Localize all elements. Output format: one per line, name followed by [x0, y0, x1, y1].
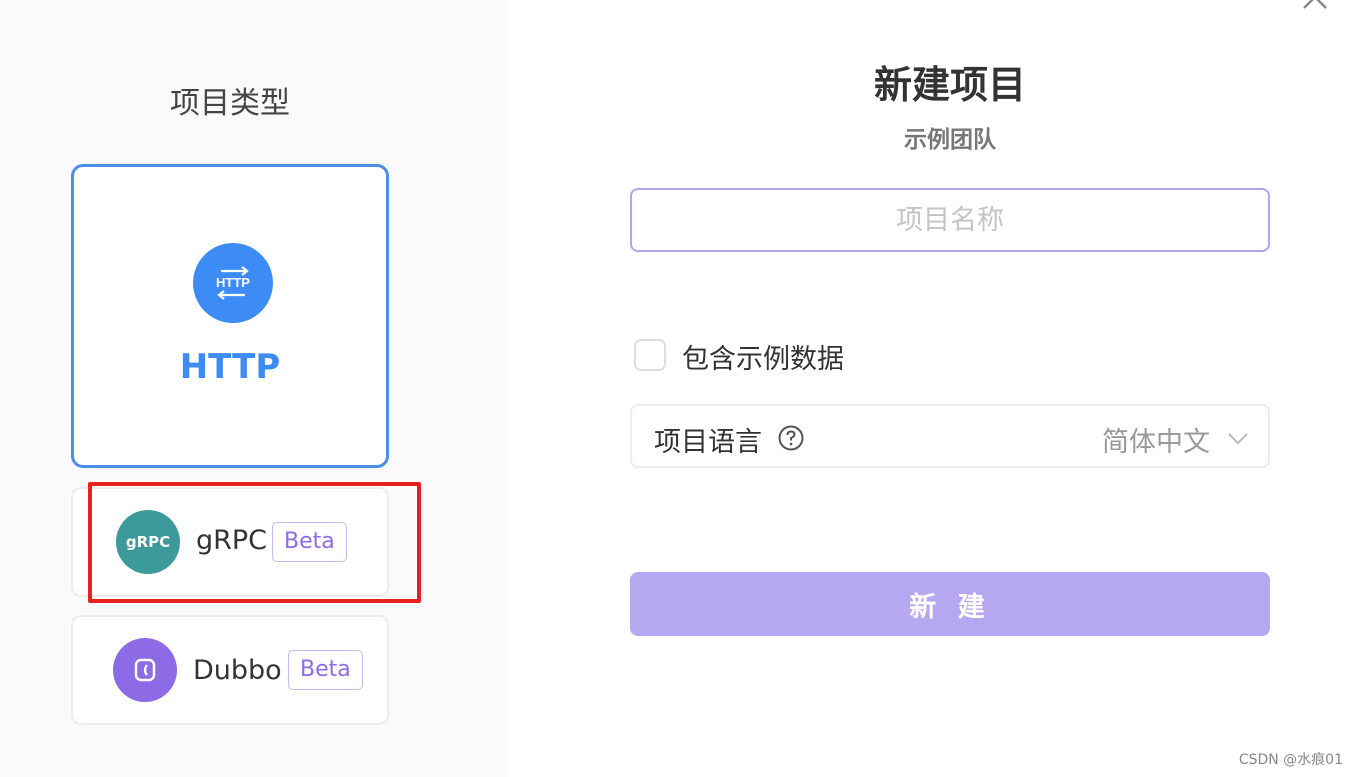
chevron-down-icon: [1226, 426, 1250, 450]
grpc-icon-text: gRPC: [125, 533, 171, 551]
http-icon: HTTP: [193, 243, 273, 323]
close-icon[interactable]: [1300, 0, 1330, 16]
language-value: 简体中文: [1102, 427, 1210, 458]
dubbo-icon: [113, 638, 177, 702]
dubbo-beta-badge: Beta: [288, 650, 363, 690]
form-title: 新建项目: [873, 63, 1026, 107]
project-type-panel: 项目类型 HTTP HTTP gRPC gRPC Beta Dubbo Beta: [0, 0, 508, 777]
grpc-icon: gRPC: [116, 510, 180, 574]
dubbo-label: Dubbo: [193, 655, 282, 686]
project-language-select[interactable]: 项目语言 简体中文: [630, 404, 1270, 468]
grpc-label: gRPC: [196, 525, 268, 556]
project-name-input[interactable]: [630, 188, 1270, 252]
project-type-title: 项目类型: [170, 86, 290, 121]
language-label: 项目语言: [654, 427, 762, 458]
project-type-grpc-card[interactable]: gRPC gRPC Beta: [71, 487, 389, 597]
grpc-beta-badge: Beta: [272, 522, 347, 562]
project-type-http-card[interactable]: HTTP HTTP: [71, 164, 389, 468]
sample-data-label[interactable]: 包含示例数据: [682, 337, 844, 376]
team-name: 示例团队: [904, 127, 996, 153]
create-button[interactable]: 新 建: [630, 572, 1270, 636]
sample-data-checkbox[interactable]: [634, 339, 666, 371]
http-icon-text: HTTP: [216, 275, 250, 290]
question-circle-icon[interactable]: [777, 424, 805, 452]
project-type-dubbo-card[interactable]: Dubbo Beta: [71, 615, 389, 725]
watermark: CSDN @水痕01: [1238, 752, 1343, 768]
http-label: HTTP: [179, 347, 281, 387]
